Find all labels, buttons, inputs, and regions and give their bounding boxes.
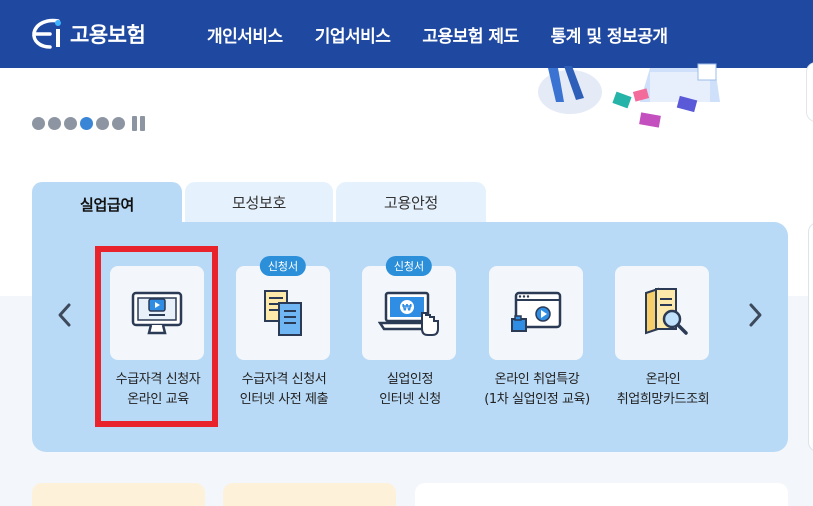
application-badge: 신청서 — [259, 256, 307, 276]
service-label: 온라인 취업희망카드조회 — [616, 372, 710, 407]
application-badge: 신청서 — [385, 256, 433, 276]
site-logo[interactable]: 고용보험 — [30, 14, 146, 54]
chevron-right-icon — [749, 303, 762, 327]
slide-dot[interactable] — [48, 117, 61, 130]
service-icon-box — [489, 266, 583, 360]
service-icon-box — [615, 266, 709, 360]
slider-indicators — [32, 116, 148, 131]
slide-dot[interactable] — [112, 117, 125, 130]
chevron-left-icon — [58, 303, 71, 327]
slide-dot[interactable] — [64, 117, 77, 130]
service-application-submit[interactable]: 신청서 수급자격 신청서 인터넷 사전 제출 — [236, 256, 332, 407]
tab-unemployment-benefits[interactable]: 실업급여 — [32, 182, 182, 226]
logo-text: 고용보험 — [70, 23, 146, 47]
slide-dot-active[interactable] — [80, 117, 93, 130]
service-job-hope-card[interactable]: 온라인 취업희망카드조회 — [615, 266, 711, 407]
card-search-icon — [645, 287, 688, 335]
pause-icon[interactable] — [132, 116, 148, 131]
ei-logo-icon — [32, 18, 61, 49]
hero-illustration — [538, 63, 720, 128]
side-panel — [808, 222, 813, 452]
svg-text:₩: ₩ — [402, 304, 412, 314]
bottom-card[interactable] — [415, 483, 788, 506]
nav-business-services[interactable]: 기업서비스 — [315, 22, 391, 47]
laptop-won-click-icon: ₩ — [378, 291, 439, 336]
next-arrow[interactable] — [746, 300, 766, 330]
nav-personal-services[interactable]: 개인서비스 — [207, 22, 283, 47]
service-icon-box: 신청서 ₩ — [362, 256, 456, 360]
bottom-card[interactable] — [32, 483, 205, 506]
site-header: 고용보험 개인서비스 기업서비스 고용보험 제도 통계 및 정보공개 — [0, 0, 813, 68]
service-online-job-lecture[interactable]: 온라인 취업특강 (1차 실업인정 교육) — [484, 266, 590, 407]
main-nav: 개인서비스 기업서비스 고용보험 제도 통계 및 정보공개 — [207, 22, 700, 47]
nav-statistics[interactable]: 통계 및 정보공개 — [551, 22, 668, 47]
slide-dot[interactable] — [96, 117, 109, 130]
side-card — [806, 62, 813, 122]
bottom-card[interactable] — [223, 483, 396, 506]
service-unemployment-recognition[interactable]: 신청서 ₩ 실업인정 인터넷 신청 — [362, 256, 458, 407]
browser-video-icon — [511, 291, 562, 332]
nav-insurance-system[interactable]: 고용보험 제도 — [422, 22, 519, 47]
highlight-frame — [95, 246, 218, 427]
tab-maternity-protection[interactable]: 모성보호 — [185, 182, 333, 223]
slide-dot[interactable] — [32, 117, 45, 130]
documents-icon — [264, 290, 302, 336]
prev-arrow[interactable] — [55, 300, 75, 330]
tab-employment-stability[interactable]: 고용안정 — [336, 182, 486, 223]
service-icon-box: 신청서 — [236, 256, 330, 360]
